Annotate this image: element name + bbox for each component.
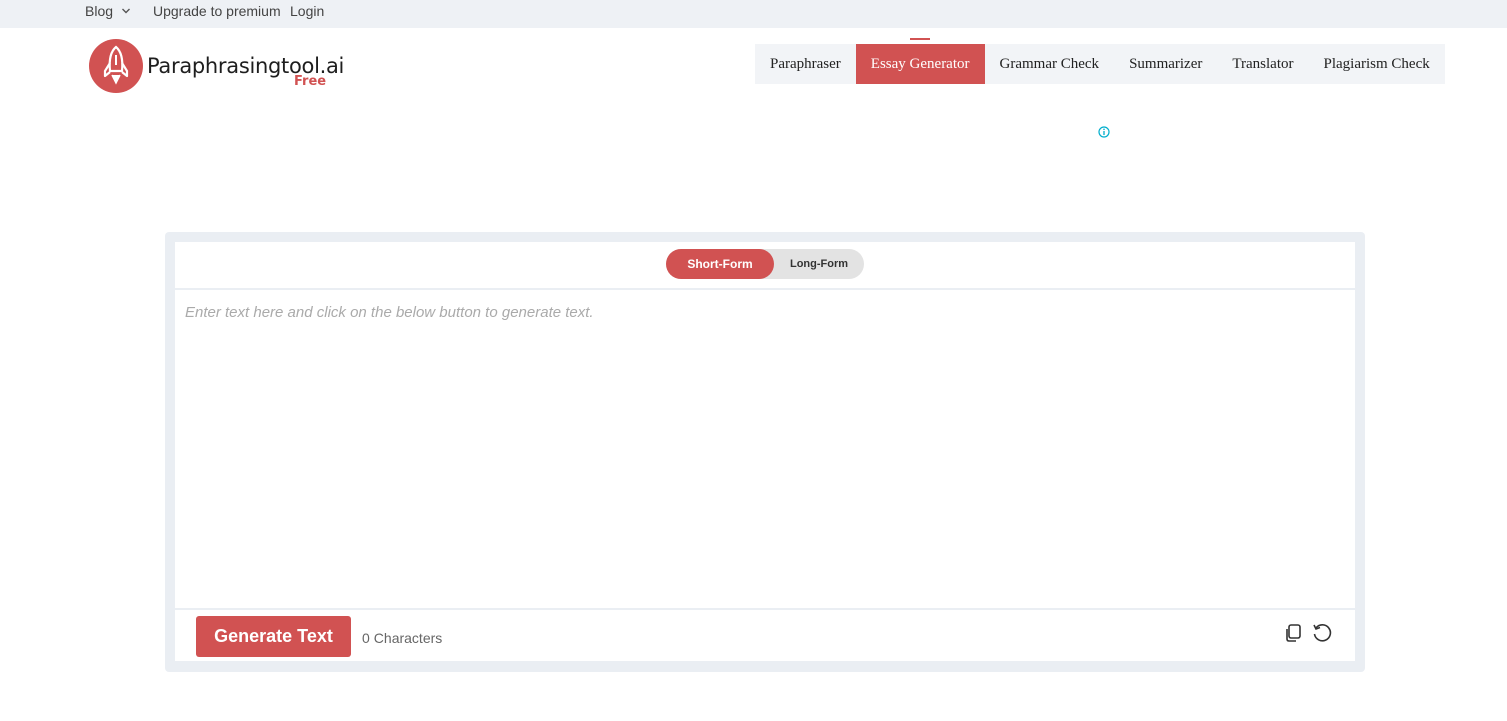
blog-link[interactable]: Blog	[85, 3, 113, 19]
login-link[interactable]: Login	[290, 3, 324, 19]
long-form-toggle[interactable]: Long-Form	[774, 249, 864, 279]
text-input[interactable]	[175, 290, 1355, 608]
tool-footer	[175, 610, 1355, 661]
copy-icon[interactable]	[1282, 622, 1304, 644]
nav-paraphraser[interactable]: Paraphraser	[755, 44, 856, 84]
upgrade-premium-link[interactable]: Upgrade to premium	[153, 3, 281, 19]
nav-plagiarism-check[interactable]: Plagiarism Check	[1309, 44, 1445, 84]
short-form-toggle[interactable]: Short-Form	[666, 249, 774, 279]
rocket-icon	[89, 39, 143, 93]
generate-text-button[interactable]: Generate Text	[196, 616, 351, 657]
nav-summarizer[interactable]: Summarizer	[1114, 44, 1217, 84]
site-logo[interactable]: Paraphrasingtool.ai Free	[89, 39, 349, 95]
character-counter: 0 Characters	[362, 630, 446, 646]
top-bar: Blog Upgrade to premium Login	[0, 0, 1507, 28]
info-icon[interactable]	[1098, 126, 1110, 138]
active-nav-marker	[910, 38, 930, 40]
character-count-label: Characters	[373, 630, 443, 646]
main-nav: Paraphraser Essay Generator Grammar Chec…	[755, 44, 1445, 84]
character-count-value: 0	[362, 630, 370, 646]
nav-essay-generator[interactable]: Essay Generator	[855, 44, 985, 84]
logo-free-badge: Free	[294, 74, 327, 89]
nav-grammar-check[interactable]: Grammar Check	[985, 44, 1115, 84]
chevron-down-icon[interactable]	[121, 4, 131, 18]
nav-translator[interactable]: Translator	[1217, 44, 1308, 84]
reset-icon[interactable]	[1311, 622, 1333, 644]
